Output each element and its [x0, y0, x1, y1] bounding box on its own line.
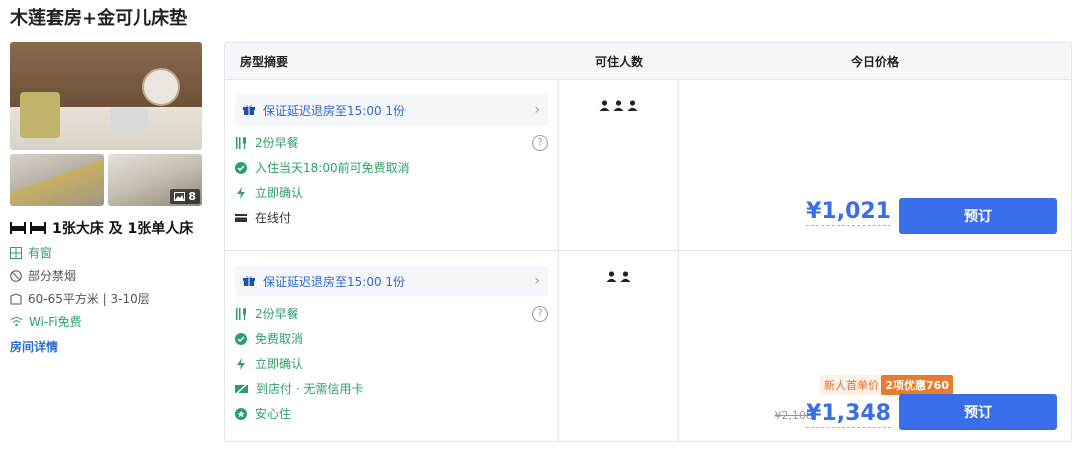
person-icon [620, 271, 631, 282]
check-circle-icon [235, 161, 247, 174]
feature-wifi: Wi-Fi免费 [10, 313, 202, 330]
window-icon [10, 246, 22, 259]
rate-item-confirm: 立即确认 [235, 184, 548, 201]
table-header: 房型摘要 可住人数 今日价格 [225, 43, 1071, 79]
perk-bar[interactable]: 保证延迟退房至15:00 1份 › [235, 265, 548, 297]
rate-row: 保证延迟退房至15:00 1份 › 2份早餐 ? 免费取消 立即确认 到店付 ·… [225, 250, 1071, 441]
rate-item-cancel: 入住当天18:00前可免费取消 [235, 159, 548, 176]
rate-item-cancel: 免费取消 [235, 330, 548, 347]
rate-row: 保证延迟退房至15:00 1份 › 2份早餐 ? 入住当天18:00前可免费取消… [225, 79, 1071, 250]
feature-label: 部分禁烟 [28, 269, 77, 283]
check-circle-icon [235, 332, 247, 345]
rate-item-label: 在线付 [255, 211, 292, 225]
guest-icons [599, 100, 638, 250]
rate-item-payment: 到店付 · 无需信用卡 [235, 380, 548, 397]
person-icon [613, 100, 624, 111]
chevron-right-icon: › [534, 102, 540, 118]
perk-bar[interactable]: 保证延迟退房至15:00 1份 › [235, 94, 548, 126]
rate-item-assurance: 安心住 [235, 405, 548, 422]
person-icon [627, 100, 638, 111]
person-icon [606, 271, 617, 282]
feature-label: Wi-Fi免费 [29, 315, 82, 329]
price-cell: 新人首单价 2项优惠760 ¥2,108 ¥1,348 预订 [679, 251, 1071, 441]
room-main-photo[interactable] [10, 42, 202, 150]
shield-icon [235, 407, 247, 420]
guest-capacity [559, 80, 679, 250]
new-user-tag: 新人首单价 [820, 375, 883, 395]
area-icon [10, 292, 22, 304]
room-thumbnail-1[interactable] [10, 154, 104, 206]
rate-item-label: 安心住 [255, 407, 292, 421]
rate-item-label: 免费取消 [255, 332, 304, 346]
rate-item-label: 入住当天18:00前可免费取消 [255, 161, 410, 175]
lightning-icon [237, 357, 245, 370]
rate-item-payment: 在线付 [235, 209, 548, 226]
room-thumbnail-2[interactable]: 8 [108, 154, 202, 206]
wifi-icon [10, 317, 23, 327]
pay-at-hotel-icon [235, 382, 248, 395]
rate-item-label: 到店付 · 无需信用卡 [256, 382, 364, 396]
help-icon[interactable]: ? [532, 305, 548, 322]
price: ¥1,021 [806, 199, 891, 226]
price: ¥1,348 [806, 401, 891, 428]
bed-label: 1张大床 及 1张单人床 [52, 221, 194, 237]
gift-icon [243, 276, 255, 286]
photo-count-badge[interactable]: 8 [170, 189, 200, 204]
help-icon[interactable]: ? [532, 134, 548, 151]
breakfast-icon [236, 307, 246, 320]
guest-icons [606, 271, 631, 441]
rate-item-label: 2份早餐 [255, 307, 299, 321]
book-button[interactable]: 预订 [899, 198, 1057, 234]
chevron-right-icon: › [534, 273, 540, 289]
image-icon [174, 192, 186, 201]
rate-item-breakfast: 2份早餐 ? [235, 305, 548, 322]
person-icon [599, 100, 610, 111]
room-info-panel: 8 1张大床 及 1张单人床 有窗 部分禁烟 60-65平方米 | 3-10层 … [10, 42, 202, 355]
guest-capacity [559, 251, 679, 441]
header-summary: 房型摘要 [240, 54, 289, 69]
rate-summary: 保证延迟退房至15:00 1份 › 2份早餐 ? 入住当天18:00前可免费取消… [225, 80, 559, 250]
perk-label: 保证延迟退房至15:00 1份 [263, 274, 406, 289]
card-icon [235, 213, 247, 222]
rate-item-label: 2份早餐 [255, 136, 299, 150]
feature-label: 60-65平方米 | 3-10层 [28, 292, 150, 306]
feature-window: 有窗 [10, 244, 202, 261]
rate-table: 房型摘要 可住人数 今日价格 保证延迟退房至15:00 1份 › 2份早餐 ? … [224, 42, 1072, 442]
book-button[interactable]: 预订 [899, 394, 1057, 430]
feature-area: 60-65平方米 | 3-10层 [10, 290, 202, 307]
perk-label: 保证延迟退房至15:00 1份 [263, 103, 406, 118]
price-cell: ¥1,021 预订 [679, 80, 1071, 250]
photo-count: 8 [188, 190, 196, 203]
rate-item-label: 立即确认 [255, 357, 304, 371]
no-smoking-icon [10, 269, 22, 282]
rate-item-confirm: 立即确认 [235, 355, 548, 372]
breakfast-icon [236, 136, 246, 149]
gift-icon [243, 105, 255, 115]
header-price: 今日价格 [850, 54, 899, 69]
rate-item-label: 立即确认 [255, 186, 304, 200]
feature-smoking: 部分禁烟 [10, 267, 202, 284]
feature-label: 有窗 [28, 246, 53, 260]
rate-item-breakfast: 2份早餐 ? [235, 134, 548, 151]
room-detail-link[interactable]: 房间详情 [10, 338, 202, 355]
discount-tag[interactable]: 2项优惠760 [881, 375, 953, 395]
bed-info: 1张大床 及 1张单人床 [10, 218, 202, 238]
lightning-icon [237, 186, 245, 199]
room-title: 木莲套房+金可儿床垫 [10, 8, 188, 29]
header-guests: 可住人数 [594, 54, 643, 69]
rate-summary: 保证延迟退房至15:00 1份 › 2份早餐 ? 免费取消 立即确认 到店付 ·… [225, 251, 559, 441]
bed-icon [10, 222, 46, 234]
